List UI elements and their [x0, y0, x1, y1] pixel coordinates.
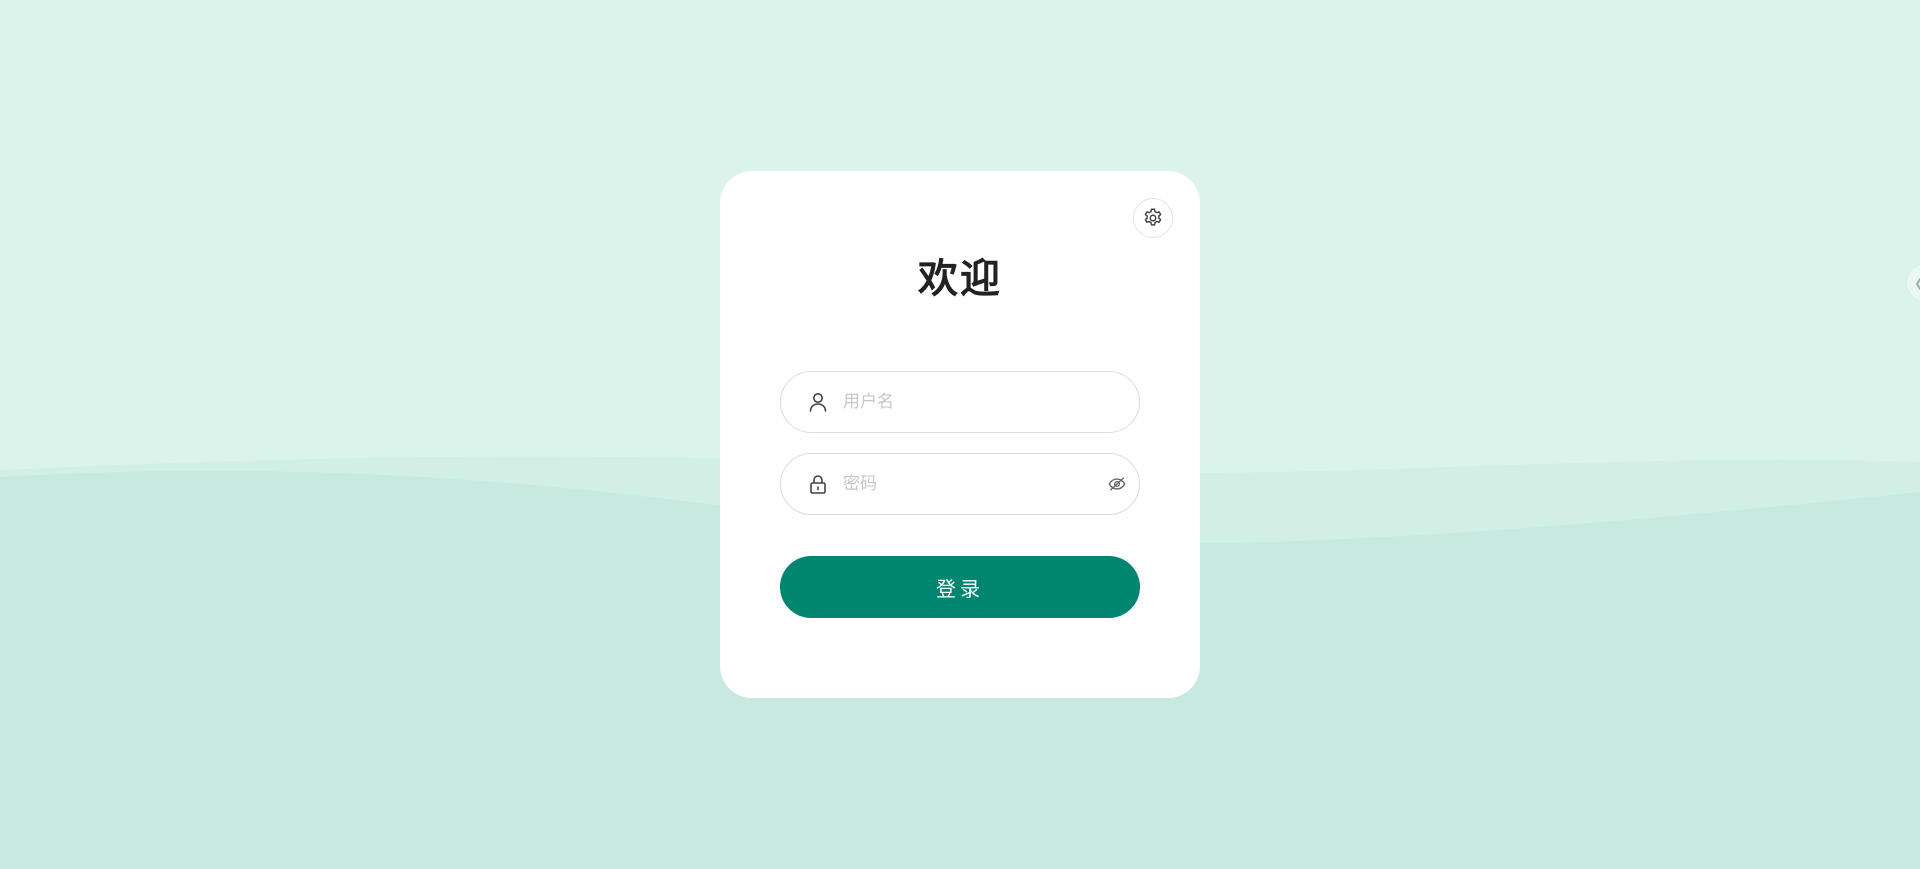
page-title: 欢迎: [918, 256, 1002, 302]
password-field[interactable]: [780, 453, 1140, 515]
chevron-left-icon: ❮: [1914, 277, 1920, 289]
gear-icon: [1144, 208, 1162, 226]
login-card: 欢迎 用户名 登录: [720, 171, 1200, 698]
username-field[interactable]: [780, 371, 1140, 433]
login-button[interactable]: 登录: [780, 556, 1140, 618]
login-page: ❮ 欢迎: [0, 0, 1920, 869]
settings-button[interactable]: [1133, 198, 1173, 238]
password-input[interactable]: [843, 454, 1093, 514]
user-icon: [808, 392, 828, 412]
username-input[interactable]: [843, 372, 1093, 432]
eye-off-icon[interactable]: [1107, 474, 1127, 494]
lock-icon: [808, 474, 828, 494]
